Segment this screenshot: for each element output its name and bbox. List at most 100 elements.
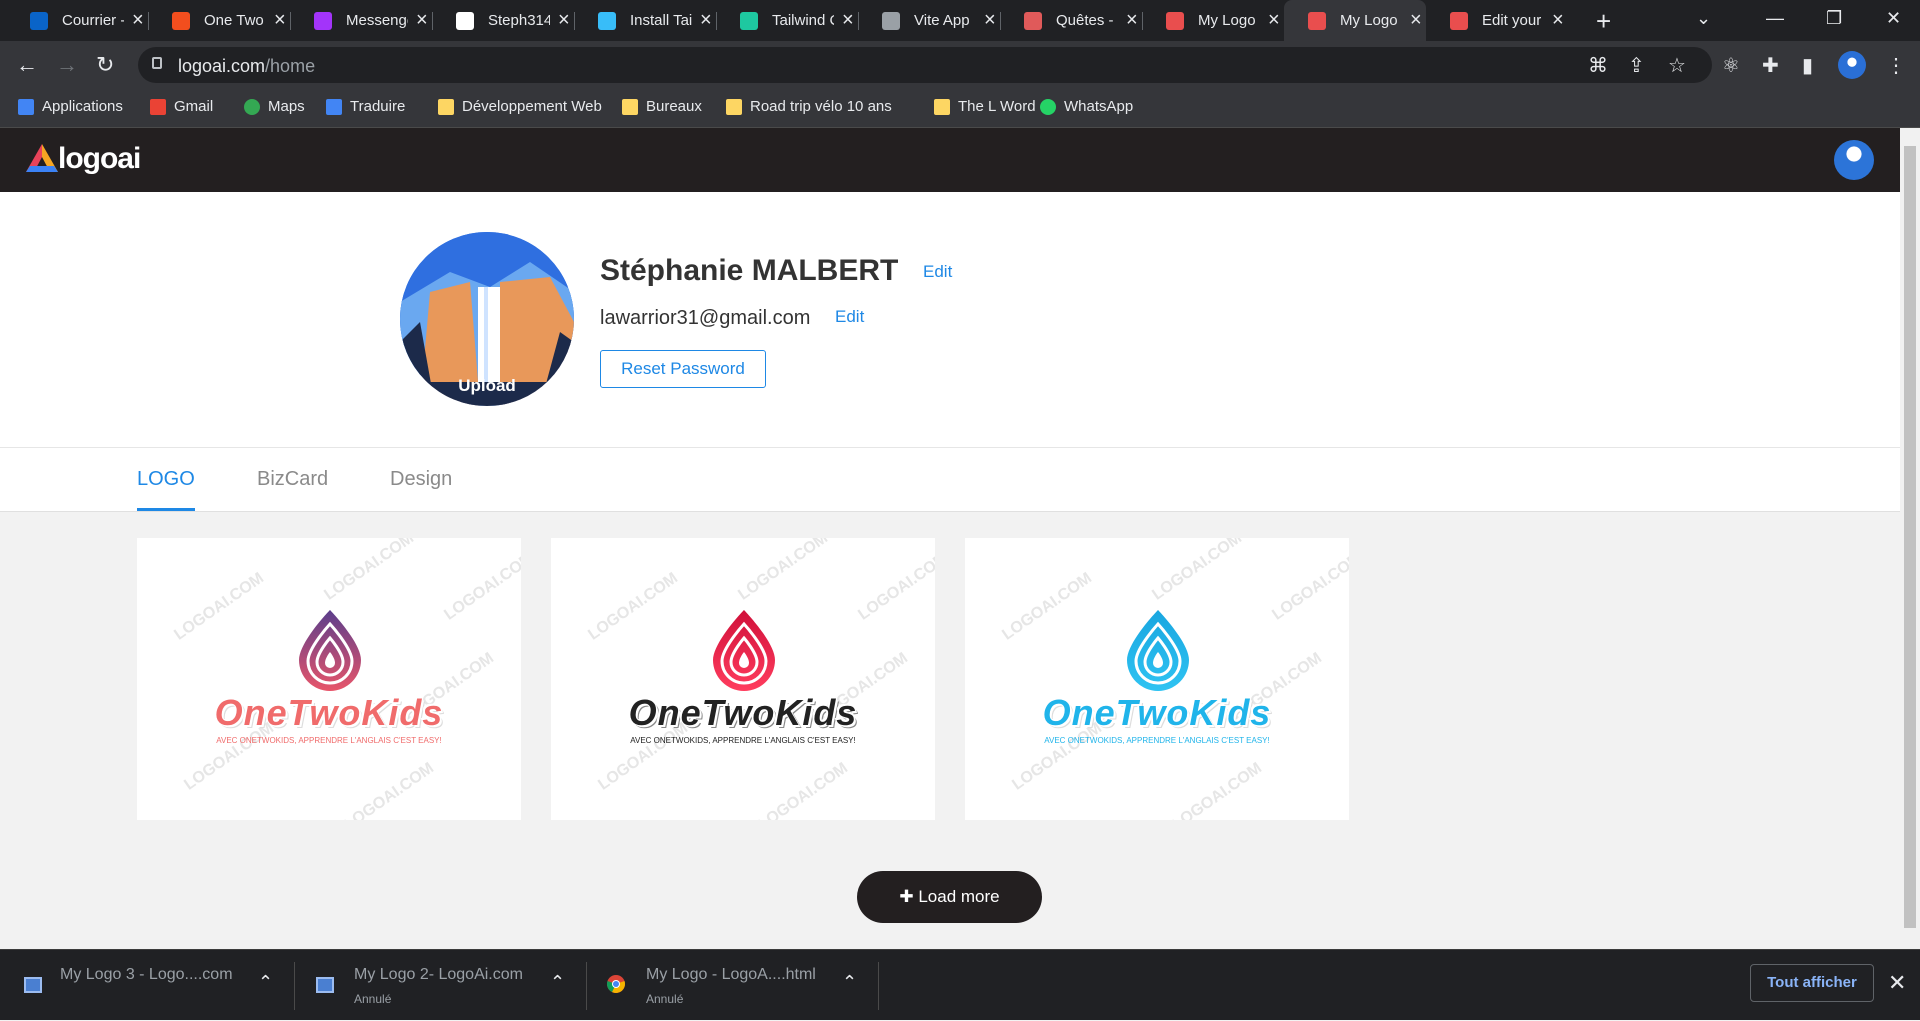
droplet-logo-icon [1127, 610, 1189, 691]
tab-title: One Two [204, 12, 264, 29]
chevron-up-icon[interactable]: ⌃ [550, 972, 565, 993]
logo-card[interactable]: LOGOAI.COM LOGOAI.COM LOGOAI.COM LOGOAI.COM… [551, 538, 935, 820]
restore-button[interactable]: ❐ [1826, 8, 1842, 29]
watermark-text: LOGOAI.COM [341, 759, 437, 820]
minimize-button[interactable]: — [1766, 8, 1784, 29]
extensions-icon[interactable]: ✚ [1762, 53, 1779, 78]
browser-tab[interactable]: Quêtes - × [1000, 0, 1142, 41]
download-item[interactable]: My Logo 3 - Logo....com ⌃ [0, 950, 294, 1021]
watermark-text: LOGOAI.COM [321, 538, 417, 604]
logo-brand-text: OneTwoKids [628, 692, 858, 733]
page-scrollbar[interactable] [1900, 128, 1920, 949]
watermark-text: LOGOAI.COM [755, 759, 851, 820]
browser-tab[interactable]: One Two × [148, 0, 290, 41]
browser-tab[interactable]: Edit your × [1426, 0, 1568, 41]
edit-name-link[interactable]: Edit [923, 262, 952, 282]
close-tab-icon[interactable]: × [842, 9, 854, 32]
bookmark-item[interactable]: Gmail [150, 98, 213, 115]
chevron-up-icon[interactable]: ⌃ [842, 972, 857, 993]
tab-title: Quêtes - [1056, 12, 1114, 29]
browser-tab[interactable]: Vite App × [858, 0, 1000, 41]
show-all-downloads-button[interactable]: Tout afficher [1750, 964, 1874, 1002]
tab-design[interactable]: Design [390, 468, 452, 491]
react-devtools-icon[interactable]: ⚛ [1722, 53, 1740, 78]
site-logo-text[interactable]: logoai [58, 142, 141, 176]
watermark-text: LOGOAI.COM [441, 549, 521, 624]
tab-title: Messenge [346, 12, 408, 29]
tab-search-icon[interactable]: ⌄ [1696, 8, 1711, 29]
download-item[interactable]: My Logo 2- LogoAi.com Annulé ⌃ [294, 950, 586, 1021]
bookmark-star-icon[interactable]: ☆ [1668, 53, 1686, 78]
close-tab-icon[interactable]: × [1126, 9, 1138, 32]
address-bar[interactable]: logoai.com/home ⌘ ⇪ ☆ [138, 47, 1712, 83]
logo-card[interactable]: LOGOAI.COM LOGOAI.COM LOGOAI.COM LOGOAI.COM… [965, 538, 1349, 820]
close-tab-icon[interactable]: × [1268, 9, 1280, 32]
browser-tab[interactable]: Courrier - × [6, 0, 148, 41]
logo-tagline: AVEC ONETWOKIDS, APPRENDRE L'ANGLAIS C'E… [630, 736, 856, 745]
bookmark-item[interactable]: WhatsApp [1040, 98, 1133, 115]
bookmark-label: Applications [42, 98, 123, 115]
close-tab-icon[interactable]: × [132, 9, 144, 32]
translate-page-icon[interactable]: ⌘ [1588, 53, 1608, 78]
tab-separator [858, 12, 859, 30]
download-name: My Logo 2- LogoAi.com [354, 966, 523, 983]
browser-tab[interactable]: Tailwind C × [716, 0, 858, 41]
close-tab-icon[interactable]: × [1552, 9, 1564, 32]
bookmark-label: Développement Web [462, 98, 602, 115]
bookmark-label: WhatsApp [1064, 98, 1134, 115]
user-avatar[interactable] [1834, 140, 1874, 180]
bookmark-item[interactable]: The L Word [934, 98, 1036, 115]
share-icon[interactable]: ⇪ [1628, 53, 1645, 78]
back-icon[interactable]: ← [16, 52, 38, 78]
profile-avatar[interactable] [1838, 51, 1866, 79]
new-tab-button[interactable]: + [1596, 6, 1611, 37]
browser-toolbar: ← → ↻ logoai.com/home ⌘ ⇪ ☆ ⚛ ✚ ▮ ⋮ [0, 41, 1920, 89]
browser-tab[interactable]: Install Tai × [574, 0, 716, 41]
close-window-button[interactable]: ✕ [1886, 8, 1901, 29]
edit-email-link[interactable]: Edit [835, 307, 864, 327]
scrollbar-thumb[interactable] [1904, 146, 1916, 928]
bookmark-item[interactable]: Maps [244, 98, 305, 115]
upload-label[interactable]: Upload [400, 376, 574, 396]
chevron-up-icon[interactable]: ⌃ [258, 972, 273, 993]
url-text: logoai.com/home [178, 56, 316, 76]
menu-icon[interactable]: ⋮ [1886, 53, 1906, 78]
bookmark-item[interactable]: Développement Web [438, 98, 602, 115]
bookmark-item[interactable]: Traduire [326, 98, 405, 115]
side-panel-icon[interactable]: ▮ [1802, 53, 1813, 78]
close-tab-icon[interactable]: × [558, 9, 570, 32]
bookmark-item[interactable]: Bureaux [622, 98, 702, 115]
browser-tab[interactable]: Messenge × [290, 0, 432, 41]
profile-picture[interactable]: Upload [400, 232, 574, 406]
tab-bizcard[interactable]: BizCard [257, 468, 328, 491]
bookmark-label: Road trip vélo 10 ans [750, 98, 892, 115]
tab-title: My Logo [1198, 12, 1256, 29]
close-tab-icon[interactable]: × [984, 9, 996, 32]
bookmark-item[interactable]: Road trip vélo 10 ans [726, 98, 892, 115]
logo-card[interactable]: LOGOAI.COM LOGOAI.COM LOGOAI.COM LOGOAI.COM… [137, 538, 521, 820]
bookmark-item[interactable]: Applications [18, 98, 123, 115]
tab-logo[interactable]: LOGO [137, 468, 195, 491]
close-tab-icon[interactable]: × [1410, 9, 1422, 32]
tab-separator [574, 12, 575, 30]
close-tab-icon[interactable]: × [700, 9, 712, 32]
reset-password-button[interactable]: Reset Password [600, 350, 766, 388]
load-more-button[interactable]: ✚ Load more [857, 871, 1042, 923]
logoai-icon [1166, 12, 1184, 30]
watermark-text: LOGOAI.COM [735, 538, 831, 604]
site-header: logoai [0, 128, 1900, 192]
globe-icon [882, 12, 900, 30]
browser-tab[interactable]: My Logo × [1142, 0, 1284, 41]
close-downloads-icon[interactable]: ✕ [1888, 970, 1906, 996]
logoai-logo-icon[interactable] [24, 142, 60, 174]
close-tab-icon[interactable]: × [416, 9, 428, 32]
bookmarks-bar: Applications Gmail Maps Traduire Développeme… [0, 89, 1920, 128]
close-tab-icon[interactable]: × [274, 9, 286, 32]
reload-icon[interactable]: ↻ [96, 52, 114, 78]
browser-tab[interactable]: My Logo × [1284, 0, 1426, 41]
tab-separator [432, 12, 433, 30]
download-item[interactable]: My Logo - LogoA....html Annulé ⌃ [586, 950, 878, 1021]
logo-tagline: AVEC ONETWOKIDS, APPRENDRE L'ANGLAIS C'E… [216, 736, 442, 745]
forward-icon[interactable]: → [56, 52, 78, 78]
browser-tab[interactable]: Steph314 × [432, 0, 574, 41]
